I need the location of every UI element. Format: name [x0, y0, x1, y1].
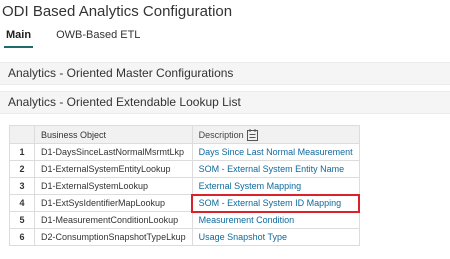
row-number: 6	[9, 228, 35, 246]
business-object-cell: D1-DaysSinceLastNormalMsrmtLkp	[34, 143, 193, 161]
description-link[interactable]: Usage Snapshot Type	[199, 232, 287, 242]
description-cell: SOM - External System Entity Name	[191, 160, 360, 178]
table-row[interactable]: 5 D1-MeasurementConditionLookup Measurem…	[9, 211, 360, 229]
tab-bar: Main OWB-Based ETL	[3, 30, 140, 48]
business-object-cell: D2-ConsumptionSnapshotTypeLkup	[34, 228, 193, 246]
row-number: 4	[9, 194, 35, 212]
business-object-cell: D1-ExternalSystemLookup	[34, 177, 193, 195]
description-link[interactable]: SOM - External System Entity Name	[199, 164, 345, 174]
table-header-row: Business Object Description	[9, 125, 360, 144]
business-object-cell: D1-ExternalSystemEntityLookup	[34, 160, 193, 178]
description-cell: Days Since Last Normal Measurement	[191, 143, 360, 161]
lookup-table: Business Object Description 1 D1-DaysSin…	[9, 125, 361, 246]
business-object-header[interactable]: Business Object	[34, 125, 193, 144]
description-cell: External System Mapping	[191, 177, 360, 195]
filter-list-icon[interactable]	[246, 128, 258, 141]
page-title: ODI Based Analytics Configuration	[2, 3, 233, 20]
table-row[interactable]: 3 D1-ExternalSystemLookup External Syste…	[9, 177, 360, 195]
description-header[interactable]: Description	[191, 125, 360, 144]
description-link[interactable]: Days Since Last Normal Measurement	[199, 147, 353, 157]
row-number: 3	[9, 177, 35, 195]
tab-owb-based-etl[interactable]: OWB-Based ETL	[56, 30, 140, 48]
description-link[interactable]: External System Mapping	[199, 181, 302, 191]
row-number: 1	[9, 143, 35, 161]
business-object-cell: D1-ExtSysIdentifierMapLookup	[34, 194, 193, 212]
row-number: 2	[9, 160, 35, 178]
description-link[interactable]: Measurement Condition	[199, 215, 295, 225]
row-number: 5	[9, 211, 35, 229]
tab-main[interactable]: Main	[3, 30, 34, 48]
description-cell-highlighted: SOM - External System ID Mapping	[191, 193, 361, 213]
description-link[interactable]: SOM - External System ID Mapping	[199, 198, 342, 208]
business-object-cell: D1-MeasurementConditionLookup	[34, 211, 193, 229]
table-row[interactable]: 2 D1-ExternalSystemEntityLookup SOM - Ex…	[9, 160, 360, 178]
business-object-header-label: Business Object	[41, 129, 107, 140]
description-header-label: Description	[198, 129, 244, 140]
section-header-master-configurations[interactable]: Analytics - Oriented Master Configuratio…	[0, 62, 450, 85]
description-cell: Usage Snapshot Type	[191, 228, 360, 246]
description-cell: Measurement Condition	[191, 211, 360, 229]
row-number-header	[9, 125, 35, 144]
table-row[interactable]: 4 D1-ExtSysIdentifierMapLookup SOM - Ext…	[9, 193, 361, 213]
section-header-lookup-list[interactable]: Analytics - Oriented Extendable Lookup L…	[0, 91, 450, 114]
table-row[interactable]: 6 D2-ConsumptionSnapshotTypeLkup Usage S…	[9, 228, 360, 246]
table-row[interactable]: 1 D1-DaysSinceLastNormalMsrmtLkp Days Si…	[9, 143, 360, 161]
